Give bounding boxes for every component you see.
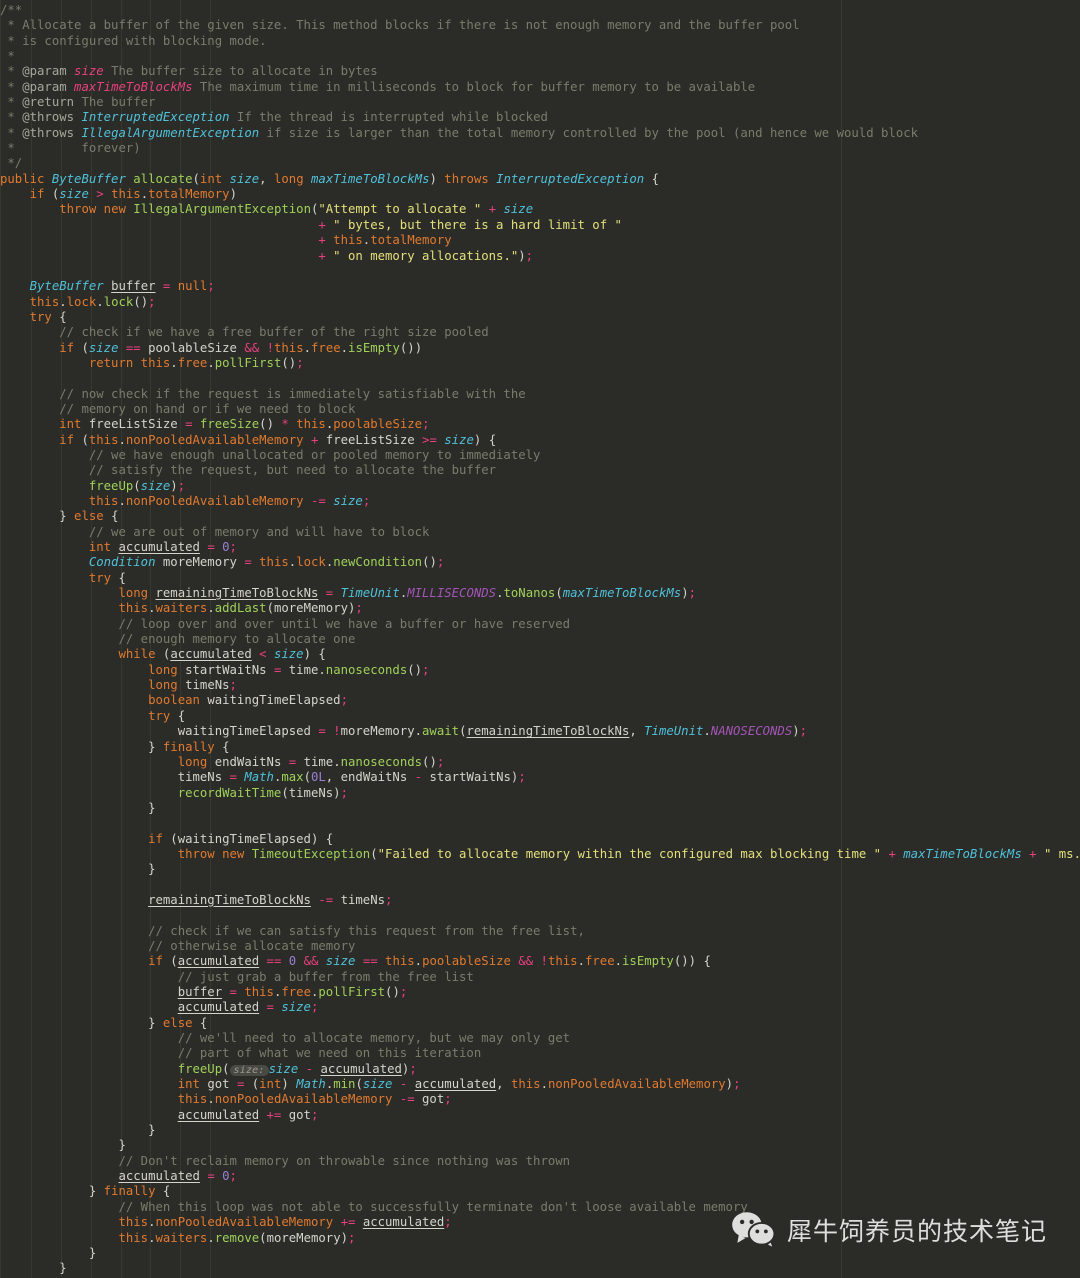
code-line[interactable]: throw new TimeoutException("Failed to al… — [0, 847, 1080, 862]
code-line[interactable]: } — [0, 1261, 1080, 1276]
code-line[interactable]: * Allocate a buffer of the given size. T… — [0, 18, 1080, 33]
code-line[interactable] — [0, 816, 1080, 831]
code-line[interactable]: // check if we can satisfy this request … — [0, 924, 1080, 939]
code-line[interactable]: // satisfy the request, but need to allo… — [0, 463, 1080, 478]
code-line[interactable]: int got = (int) Math.min(size - accumula… — [0, 1077, 1080, 1092]
code-line[interactable]: // memory on hand or if we need to block — [0, 402, 1080, 417]
code-line[interactable]: long remainingTimeToBlockNs = TimeUnit.M… — [0, 586, 1080, 601]
code-line[interactable]: waitingTimeElapsed = !moreMemory.await(r… — [0, 724, 1080, 739]
code-line[interactable]: * @param maxTimeToBlockMs The maximum ti… — [0, 80, 1080, 95]
code-line[interactable] — [0, 264, 1080, 279]
wechat-icon — [732, 1212, 776, 1249]
code-line[interactable]: ByteBuffer buffer = null; — [0, 279, 1080, 294]
code-line[interactable]: try { — [0, 310, 1080, 325]
code-line[interactable]: return this.free.pollFirst(); — [0, 356, 1080, 371]
code-line[interactable]: int accumulated = 0; — [0, 540, 1080, 555]
code-line[interactable]: /** — [0, 3, 1080, 18]
code-line[interactable]: boolean waitingTimeElapsed; — [0, 693, 1080, 708]
code-line[interactable]: try { — [0, 571, 1080, 586]
code-line[interactable]: // just grab a buffer from the free list — [0, 970, 1080, 985]
code-line[interactable]: accumulated += got; — [0, 1108, 1080, 1123]
code-line[interactable]: long startWaitNs = time.nanoseconds(); — [0, 663, 1080, 678]
code-line[interactable] — [0, 371, 1080, 386]
code-line[interactable]: } — [0, 1123, 1080, 1138]
code-line[interactable]: buffer = this.free.pollFirst(); — [0, 985, 1080, 1000]
code-line[interactable]: long endWaitNs = time.nanoseconds(); — [0, 755, 1080, 770]
watermark: 犀牛饲养员的技术笔记 — [731, 1211, 1047, 1249]
code-line[interactable] — [0, 908, 1080, 923]
code-line[interactable]: this.nonPooledAvailableMemory -= got; — [0, 1092, 1080, 1107]
code-line[interactable]: * is configured with blocking mode. — [0, 34, 1080, 49]
code-line[interactable]: if (size == poolableSize && !this.free.i… — [0, 341, 1080, 356]
code-line[interactable]: int freeListSize = freeSize() * this.poo… — [0, 417, 1080, 432]
code-line[interactable]: * @throws IllegalArgumentException if si… — [0, 126, 1080, 141]
code-line[interactable]: } else { — [0, 509, 1080, 524]
code-line[interactable]: remainingTimeToBlockNs -= timeNs; — [0, 893, 1080, 908]
code-line[interactable]: } — [0, 801, 1080, 816]
code-content[interactable]: /** * Allocate a buffer of the given siz… — [0, 0, 1080, 1278]
code-line[interactable]: // we have enough unallocated or pooled … — [0, 448, 1080, 463]
code-line[interactable]: accumulated = 0; — [0, 1169, 1080, 1184]
code-line[interactable]: // check if we have a free buffer of the… — [0, 325, 1080, 340]
code-line[interactable]: } — [0, 1138, 1080, 1153]
code-line[interactable]: } else { — [0, 1016, 1080, 1031]
code-line[interactable]: Condition moreMemory = this.lock.newCond… — [0, 555, 1080, 570]
code-line[interactable]: if (accumulated == 0 && size == this.poo… — [0, 954, 1080, 969]
code-line[interactable]: freeUp(size: size - accumulated); — [0, 1062, 1080, 1077]
code-line[interactable]: if (size > this.totalMemory) — [0, 187, 1080, 202]
watermark-text: 犀牛饲养员的技术笔记 — [787, 1217, 1048, 1246]
code-line[interactable]: recordWaitTime(timeNs); — [0, 786, 1080, 801]
code-line[interactable]: // otherwise allocate memory — [0, 939, 1080, 954]
code-line[interactable]: long timeNs; — [0, 678, 1080, 693]
code-line[interactable]: accumulated = size; — [0, 1000, 1080, 1015]
code-line[interactable]: * — [0, 49, 1080, 64]
code-editor-screenshot: /** * Allocate a buffer of the given siz… — [0, 0, 1080, 1278]
code-line[interactable]: } finally { — [0, 740, 1080, 755]
code-line[interactable]: // we'll need to allocate memory, but we… — [0, 1031, 1080, 1046]
code-line[interactable]: * @param size The buffer size to allocat… — [0, 64, 1080, 79]
code-line[interactable]: * @throws InterruptedException If the th… — [0, 110, 1080, 125]
code-line[interactable]: if (this.nonPooledAvailableMemory + free… — [0, 433, 1080, 448]
code-line[interactable]: public ByteBuffer allocate(int size, lon… — [0, 172, 1080, 187]
code-line[interactable]: * forever) — [0, 141, 1080, 156]
code-line[interactable]: this.nonPooledAvailableMemory -= size; — [0, 494, 1080, 509]
code-line[interactable]: */ — [0, 156, 1080, 171]
code-line[interactable]: timeNs = Math.max(0L, endWaitNs - startW… — [0, 770, 1080, 785]
code-line[interactable]: freeUp(size); — [0, 479, 1080, 494]
code-line[interactable]: // we are out of memory and will have to… — [0, 525, 1080, 540]
code-line[interactable]: } finally { — [0, 1184, 1080, 1199]
code-line[interactable]: if (waitingTimeElapsed) { — [0, 832, 1080, 847]
code-line[interactable]: } — [0, 862, 1080, 877]
code-line[interactable]: try { — [0, 709, 1080, 724]
code-line[interactable] — [0, 878, 1080, 893]
inlay-parameter-hint: size: — [229, 1064, 269, 1076]
code-line[interactable]: // enough memory to allocate one — [0, 632, 1080, 647]
code-line[interactable]: + " on memory allocations."); — [0, 249, 1080, 264]
code-line[interactable]: // Don't reclaim memory on throwable sin… — [0, 1154, 1080, 1169]
code-line[interactable]: // loop over and over until we have a bu… — [0, 617, 1080, 632]
code-line[interactable]: this.waiters.addLast(moreMemory); — [0, 601, 1080, 616]
code-line[interactable]: + " bytes, but there is a hard limit of … — [0, 218, 1080, 233]
code-line[interactable]: this.lock.lock(); — [0, 295, 1080, 310]
code-line[interactable]: * @return The buffer — [0, 95, 1080, 110]
code-line[interactable]: // part of what we need on this iteratio… — [0, 1046, 1080, 1061]
code-line[interactable]: + this.totalMemory — [0, 233, 1080, 248]
code-line[interactable]: throw new IllegalArgumentException("Atte… — [0, 202, 1080, 217]
code-line[interactable]: // now check if the request is immediate… — [0, 387, 1080, 402]
code-line[interactable]: while (accumulated < size) { — [0, 647, 1080, 662]
